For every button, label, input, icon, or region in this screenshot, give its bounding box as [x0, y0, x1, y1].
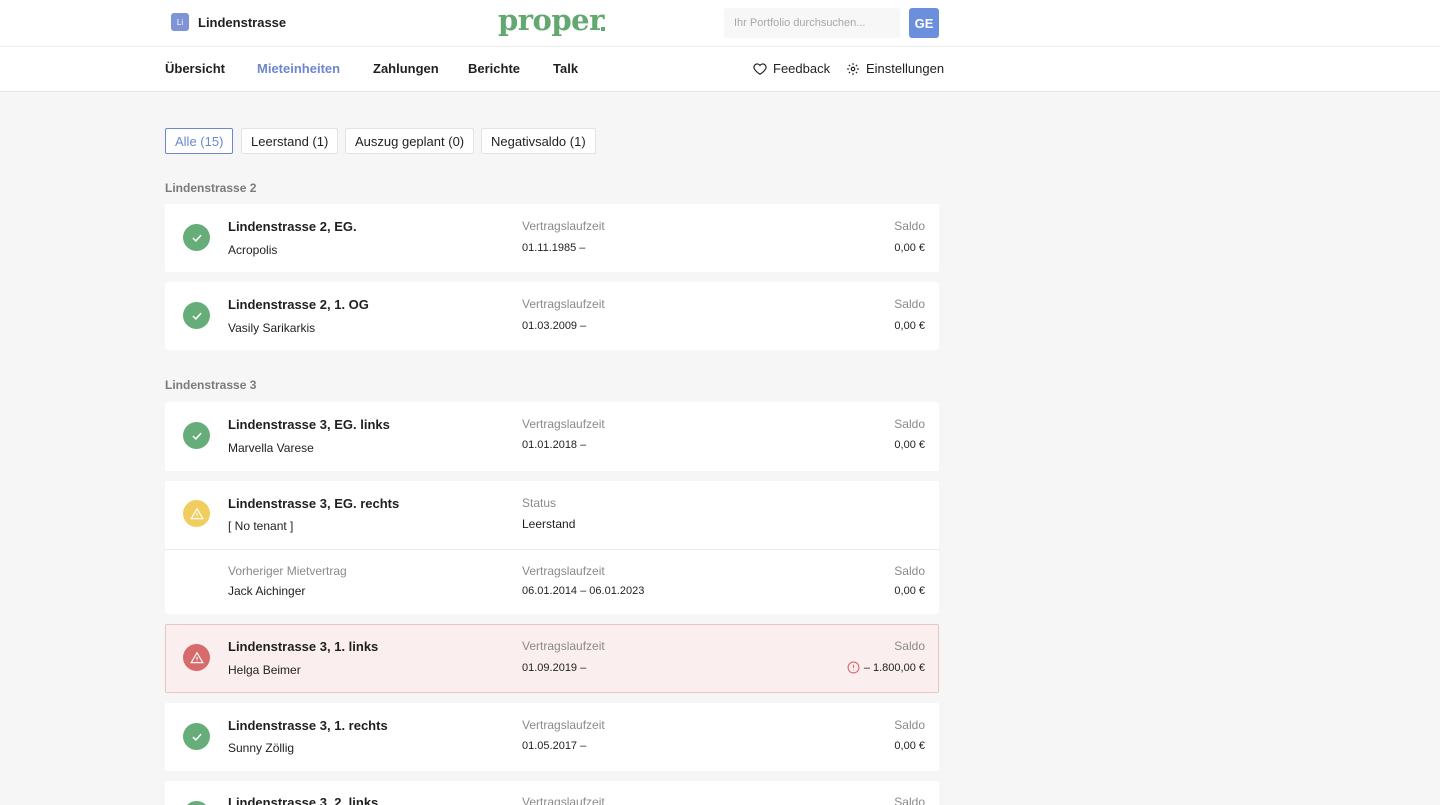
heart-icon: [753, 62, 767, 75]
contract-term-label: Vertragslaufzeit: [522, 417, 605, 431]
contract-term-label: Vertragslaufzeit: [522, 564, 605, 578]
saldo-label: Saldo: [894, 219, 925, 233]
contract-term-label: Vertragslaufzeit: [522, 219, 605, 233]
proper-logo[interactable]: proper: [498, 3, 604, 37]
filter-alle[interactable]: Alle (15): [165, 128, 234, 154]
saldo-label: Saldo: [894, 417, 925, 431]
nav-mieteinheiten[interactable]: Mieteinheiten: [257, 61, 340, 76]
contract-term-value: 01.05.2017 –: [522, 740, 587, 752]
unit-title: Lindenstrasse 3, 1. links: [228, 639, 379, 654]
saldo-amount: 0,00 €: [894, 439, 925, 451]
saldo-label: Saldo: [894, 564, 925, 578]
nav-berichte[interactable]: Berichte: [468, 61, 520, 76]
contract-term-value: 01.03.2009 –: [522, 320, 587, 332]
saldo-value: – 1.800,00 €: [847, 661, 925, 674]
tenant-name: Sunny Zöllig: [228, 741, 295, 755]
portfolio-name: Lindenstrasse: [198, 14, 287, 30]
saldo-label: Saldo: [894, 297, 925, 311]
saldo-amount: 0,00 €: [894, 320, 925, 332]
saldo-value: 0,00 €: [894, 439, 925, 451]
logo-dot: [601, 27, 605, 31]
saldo-amount: 0,00 €: [894, 585, 925, 597]
group-title-lindenstrasse-2: Lindenstrasse 2: [165, 181, 257, 195]
unit-title: Lindenstrasse 3, 2. links: [228, 795, 379, 805]
tenant-name: [ No tenant ]: [228, 519, 294, 533]
warning-icon: [183, 500, 210, 527]
saldo-label: Saldo: [894, 639, 925, 653]
status-value: Leerstand: [522, 517, 576, 531]
filter-leerstand[interactable]: Leerstand (1): [241, 128, 339, 154]
saldo-value: 0,00 €: [894, 320, 925, 332]
unit-title: Lindenstrasse 2, EG.: [228, 219, 357, 234]
alert-triangle-icon: [183, 644, 210, 671]
nav-uebersicht[interactable]: Übersicht: [165, 61, 225, 76]
feedback-label: Feedback: [773, 61, 831, 76]
previous-contract-label: Vorheriger Mietvertrag: [228, 564, 347, 578]
saldo-amount: 0,00 €: [894, 740, 925, 752]
saldo-value: 0,00 €: [894, 740, 925, 752]
alert-circle-icon: [847, 661, 860, 674]
tenant-name: Vasily Sarikarkis: [228, 321, 316, 335]
portfolio-badge: Li: [171, 13, 189, 31]
check-icon: [183, 422, 210, 449]
portfolio-switcher[interactable]: Li Lindenstrasse: [171, 13, 286, 31]
tenant-name: Helga Beimer: [228, 663, 301, 677]
unit-card[interactable]: Lindenstrasse 2, EG. Acropolis Vertragsl…: [165, 204, 939, 272]
unit-card-vacant[interactable]: Lindenstrasse 3, EG. rechts [ No tenant …: [165, 481, 939, 614]
contract-term-label: Vertragslaufzeit: [522, 718, 605, 732]
user-avatar[interactable]: GE: [909, 8, 939, 38]
check-icon: [183, 801, 210, 805]
check-icon: [183, 723, 210, 750]
status-label: Status: [522, 496, 557, 510]
unit-title: Lindenstrasse 3, 1. rechts: [228, 718, 388, 733]
contract-term-label: Vertragslaufzeit: [522, 795, 605, 805]
contract-term-label: Vertragslaufzeit: [522, 639, 605, 653]
filter-auszug-geplant[interactable]: Auszug geplant (0): [345, 128, 475, 154]
saldo-value: 0,00 €: [894, 585, 925, 597]
feedback-link[interactable]: Feedback: [753, 61, 830, 76]
previous-tenant-name: Jack Aichinger: [228, 584, 306, 598]
saldo-amount: 0,00 €: [894, 242, 925, 254]
group-title-lindenstrasse-3: Lindenstrasse 3: [165, 378, 257, 392]
saldo-amount: – 1.800,00 €: [863, 661, 925, 674]
contract-term-value: 01.11.1985 –: [522, 242, 586, 254]
contract-term-value: 06.01.2014 – 06.01.2023: [522, 585, 645, 597]
unit-card[interactable]: Lindenstrasse 3, 1. rechts Sunny Zöllig …: [165, 703, 939, 771]
unit-title: Lindenstrasse 2, 1. OG: [228, 297, 369, 312]
unit-title: Lindenstrasse 3, EG. links: [228, 417, 390, 432]
tenant-name: Marvella Varese: [228, 441, 314, 455]
contract-term-value: 01.09.2019 –: [522, 662, 587, 674]
check-icon: [183, 302, 210, 329]
top-bar: Li Lindenstrasse proper GE: [0, 0, 1440, 47]
contract-term-value: 01.01.2018 –: [522, 439, 587, 451]
saldo-label: Saldo: [894, 718, 925, 732]
divider: [165, 549, 939, 550]
unit-card-negative[interactable]: Lindenstrasse 3, 1. links Helga Beimer V…: [165, 624, 939, 693]
unit-card[interactable]: Lindenstrasse 3, 2. links Vertragslaufze…: [165, 781, 939, 805]
main-nav: Übersicht Mieteinheiten Zahlungen Berich…: [0, 47, 1440, 92]
search-input[interactable]: [724, 8, 900, 38]
nav-zahlungen[interactable]: Zahlungen: [373, 61, 439, 76]
settings-link[interactable]: Einstellungen: [846, 61, 944, 76]
unit-card[interactable]: Lindenstrasse 3, EG. links Marvella Vare…: [165, 402, 939, 471]
saldo-label: Saldo: [894, 795, 925, 805]
unit-card[interactable]: Lindenstrasse 2, 1. OG Vasily Sarikarkis…: [165, 282, 939, 350]
check-icon: [183, 224, 210, 251]
saldo-value: 0,00 €: [894, 242, 925, 254]
settings-label: Einstellungen: [866, 61, 945, 76]
contract-term-label: Vertragslaufzeit: [522, 297, 605, 311]
unit-title: Lindenstrasse 3, EG. rechts: [228, 496, 400, 511]
filter-negativsaldo[interactable]: Negativsaldo (1): [481, 128, 596, 154]
gear-icon: [847, 62, 859, 75]
nav-talk[interactable]: Talk: [553, 61, 578, 76]
tenant-name: Acropolis: [228, 243, 278, 257]
